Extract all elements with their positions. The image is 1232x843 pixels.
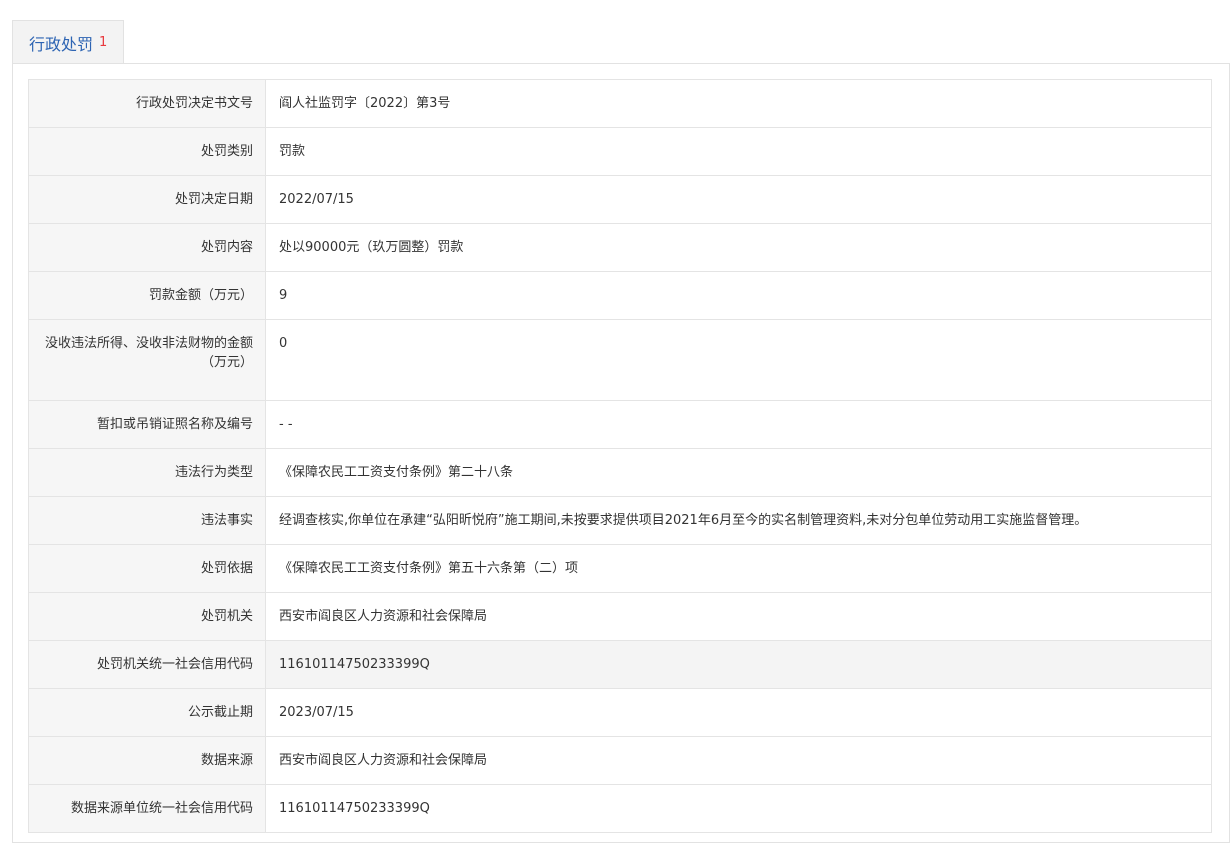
- table-row: 没收违法所得、没收非法财物的金额（万元） 0: [28, 319, 1212, 401]
- row-label: 处罚内容: [28, 223, 266, 272]
- tab-label: 行政处罚: [29, 34, 94, 54]
- row-value: 11610114750233399Q: [265, 640, 1212, 689]
- table-row: 处罚内容 处以90000元（玖万圆整）罚款: [28, 223, 1212, 272]
- penalty-detail-table: 行政处罚决定书文号 阎人社监罚字〔2022〕第3号 处罚类别 罚款 处罚决定日期…: [28, 79, 1212, 833]
- row-value: 《保障农民工工资支付条例》第五十六条第（二）项: [265, 544, 1212, 593]
- row-value: 《保障农民工工资支付条例》第二十八条: [265, 448, 1212, 497]
- row-value: 2023/07/15: [265, 688, 1212, 737]
- row-value: 经调查核实,你单位在承建“弘阳昕悦府”施工期间,未按要求提供项目2021年6月至…: [265, 496, 1212, 545]
- row-label: 处罚机关统一社会信用代码: [28, 640, 266, 689]
- row-label: 处罚依据: [28, 544, 266, 593]
- table-row: 处罚类别 罚款: [28, 127, 1212, 176]
- row-value: 处以90000元（玖万圆整）罚款: [265, 223, 1212, 272]
- table-row: 违法事实 经调查核实,你单位在承建“弘阳昕悦府”施工期间,未按要求提供项目202…: [28, 496, 1212, 545]
- row-label: 罚款金额（万元）: [28, 271, 266, 320]
- row-label: 暂扣或吊销证照名称及编号: [28, 400, 266, 449]
- table-row: 违法行为类型 《保障农民工工资支付条例》第二十八条: [28, 448, 1212, 497]
- table-row: 行政处罚决定书文号 阎人社监罚字〔2022〕第3号: [28, 79, 1212, 128]
- row-label: 违法事实: [28, 496, 266, 545]
- row-label: 数据来源单位统一社会信用代码: [28, 784, 266, 833]
- row-value: 9: [265, 271, 1212, 320]
- table-row: 数据来源 西安市阎良区人力资源和社会保障局: [28, 736, 1212, 785]
- row-value: - -: [265, 400, 1212, 449]
- tab-strip: 行政处罚 1: [12, 20, 125, 64]
- penalty-detail-panel: 行政处罚决定书文号 阎人社监罚字〔2022〕第3号 处罚类别 罚款 处罚决定日期…: [12, 63, 1230, 843]
- table-row: 公示截止期 2023/07/15: [28, 688, 1212, 737]
- table-row: 数据来源单位统一社会信用代码 11610114750233399Q: [28, 784, 1212, 833]
- row-value: 11610114750233399Q: [265, 784, 1212, 833]
- table-row: 处罚依据 《保障农民工工资支付条例》第五十六条第（二）项: [28, 544, 1212, 593]
- row-value: 2022/07/15: [265, 175, 1212, 224]
- row-label: 数据来源: [28, 736, 266, 785]
- tab-count-badge: 1: [99, 35, 108, 50]
- tab-administrative-penalty[interactable]: 行政处罚 1: [12, 20, 125, 64]
- table-row: 罚款金额（万元） 9: [28, 271, 1212, 320]
- row-label: 处罚机关: [28, 592, 266, 641]
- row-label: 没收违法所得、没收非法财物的金额（万元）: [28, 319, 266, 401]
- table-row: 处罚决定日期 2022/07/15: [28, 175, 1212, 224]
- row-value: 0: [265, 319, 1212, 401]
- table-row: 处罚机关 西安市阎良区人力资源和社会保障局: [28, 592, 1212, 641]
- row-value: 罚款: [265, 127, 1212, 176]
- row-label: 处罚类别: [28, 127, 266, 176]
- row-label: 公示截止期: [28, 688, 266, 737]
- table-row: 暂扣或吊销证照名称及编号 - -: [28, 400, 1212, 449]
- row-label: 行政处罚决定书文号: [28, 79, 266, 128]
- table-row: 处罚机关统一社会信用代码 11610114750233399Q: [28, 640, 1212, 689]
- row-label: 违法行为类型: [28, 448, 266, 497]
- row-value: 阎人社监罚字〔2022〕第3号: [265, 79, 1212, 128]
- row-value: 西安市阎良区人力资源和社会保障局: [265, 592, 1212, 641]
- row-value: 西安市阎良区人力资源和社会保障局: [265, 736, 1212, 785]
- row-label: 处罚决定日期: [28, 175, 266, 224]
